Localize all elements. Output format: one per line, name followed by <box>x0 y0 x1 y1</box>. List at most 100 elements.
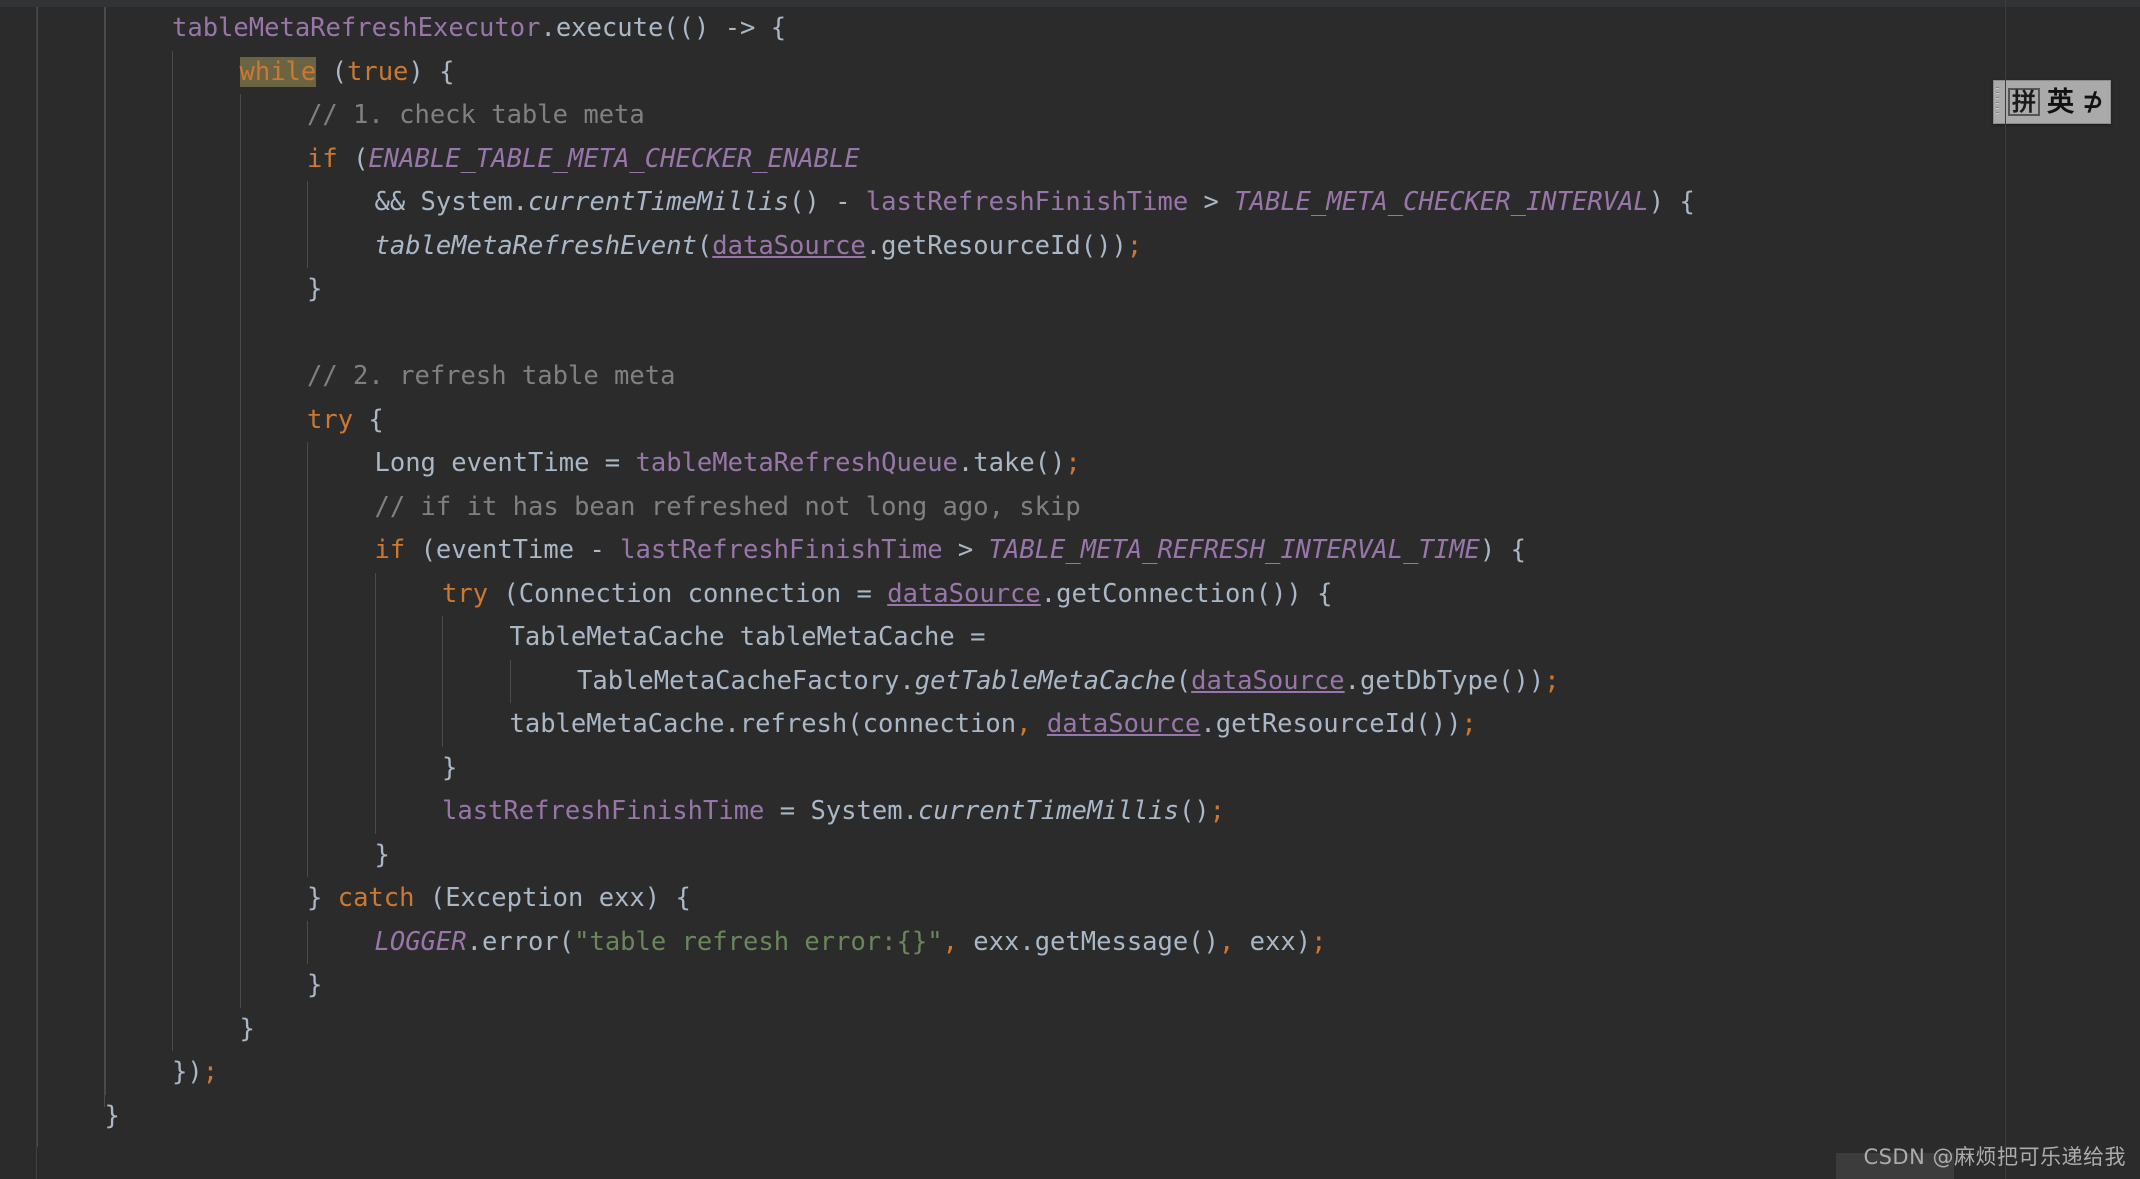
code-line[interactable] <box>0 312 2140 356</box>
code-token: TABLE_META_CHECKER_INTERVAL <box>1234 187 1649 217</box>
ime-mode-key[interactable]: 拼 <box>2008 88 2040 116</box>
code-line[interactable]: && System.currentTimeMillis() - lastRefr… <box>0 181 2140 225</box>
code-token: getDbType <box>1360 665 1499 696</box>
code-token: true <box>346 56 409 87</box>
code-token: getResourceId <box>1215 709 1416 739</box>
code-token: (Connection connection = <box>488 578 888 609</box>
code-token: ) { <box>408 56 455 87</box>
code-token: ) { <box>1648 187 1695 217</box>
code-token: > <box>1188 187 1235 217</box>
code-token: ; <box>1126 230 1143 261</box>
code-token: . <box>466 926 482 957</box>
code-line[interactable]: tableMetaRefreshEvent(dataSource.getReso… <box>0 225 2140 269</box>
code-token: TABLE_META_REFRESH_INTERVAL_TIME <box>988 535 1480 565</box>
code-token: try <box>307 404 354 435</box>
code-line[interactable]: } catch (Exception exx) { <box>0 877 2140 921</box>
code-line[interactable]: // if it has bean refreshed not long ago… <box>0 486 2140 530</box>
code-token: ( <box>1175 665 1192 696</box>
code-token: dataSource <box>1046 709 1201 739</box>
code-token: ; <box>1065 448 1081 478</box>
code-token: try <box>442 578 489 609</box>
code-line[interactable]: tableMetaRefreshExecutor.execute(() -> { <box>0 7 2140 51</box>
code-token: ()) <box>1415 709 1462 739</box>
code-line[interactable]: LOGGER.error("table refresh error:{}", e… <box>0 921 2140 965</box>
code-token: TableMetaCache tableMetaCache = <box>509 622 986 652</box>
code-token: ; <box>1544 665 1560 696</box>
code-token: TableMetaCacheFactory. <box>577 665 915 696</box>
code-token: tableMetaRefreshExecutor <box>172 13 541 43</box>
ime-extra-glyph[interactable]: ⊅ <box>2082 89 2104 115</box>
code-token: if <box>374 535 406 565</box>
code-token: refresh <box>739 709 848 739</box>
code-editor[interactable]: tableMetaRefreshExecutor.execute(() -> {… <box>0 0 2140 1179</box>
code-token: } <box>307 970 323 1000</box>
code-token: (eventTime - <box>405 535 621 565</box>
code-line[interactable]: tableMetaCache.refresh(connection, dataS… <box>0 703 2140 747</box>
code-line[interactable]: // 1. check table meta <box>0 94 2140 138</box>
code-token: ()) <box>1080 230 1127 261</box>
code-token: ( <box>696 230 713 261</box>
code-line[interactable]: TableMetaCache tableMetaCache = <box>0 616 2140 660</box>
editor-top-strip <box>0 0 2140 7</box>
code-token: , <box>942 926 958 957</box>
code-token: dataSource <box>887 578 1041 609</box>
code-line[interactable]: if (eventTime - lastRefreshFinishTime > … <box>0 529 2140 573</box>
code-line[interactable]: lastRefreshFinishTime = System.currentTi… <box>0 790 2140 834</box>
code-line[interactable]: try { <box>0 399 2140 443</box>
code-token: dataSource <box>712 230 866 261</box>
code-token: // if it has bean refreshed not long ago… <box>374 491 1081 522</box>
code-token: (connection <box>847 709 1017 739</box>
code-token: // 2. refresh table meta <box>307 361 676 391</box>
code-token: . <box>1344 665 1361 696</box>
code-token: () <box>1178 796 1210 826</box>
code-token: ()) <box>1498 665 1545 696</box>
code-token: while <box>239 56 317 87</box>
ime-floating-bar[interactable]: 拼 英 ⊅ <box>1993 80 2111 124</box>
code-token: . <box>957 448 974 478</box>
code-token: take <box>973 448 1035 478</box>
code-line[interactable]: } <box>0 1095 2140 1139</box>
code-line[interactable]: }); <box>0 1051 2140 1095</box>
code-token: { <box>353 404 384 435</box>
code-line[interactable]: if (ENABLE_TABLE_META_CHECKER_ENABLE <box>0 138 2140 182</box>
code-token: ; <box>1209 796 1226 826</box>
code-token: = System. <box>764 796 918 826</box>
code-token: ()) { <box>1255 578 1333 609</box>
code-token: ( <box>316 56 347 87</box>
code-line[interactable]: } <box>0 747 2140 791</box>
code-token: . <box>1040 578 1057 609</box>
code-token: getTableMetaCache <box>914 665 1176 696</box>
code-token: if <box>307 143 338 174</box>
watermark-text: CSDN @麻烦把可乐递给我 <box>1863 1145 2126 1169</box>
code-token: } <box>307 274 323 304</box>
drag-handle-icon[interactable] <box>1996 87 2003 117</box>
code-token: getResourceId <box>881 230 1081 261</box>
code-line[interactable]: // 2. refresh table meta <box>0 355 2140 399</box>
code-token: ) { <box>1479 535 1526 565</box>
code-token: lastRefreshFinishTime <box>865 187 1189 217</box>
code-token: error <box>481 926 559 957</box>
code-token: execute <box>555 13 664 43</box>
code-token: . <box>540 13 556 43</box>
code-line[interactable]: Long eventTime = tableMetaRefreshQueue.t… <box>0 442 2140 486</box>
code-line[interactable]: } <box>0 268 2140 312</box>
code-line[interactable]: while (true) { <box>0 51 2140 95</box>
code-token: "table refresh error:{}" <box>574 926 943 957</box>
code-line[interactable]: } <box>0 834 2140 878</box>
code-token: }) <box>172 1057 203 1087</box>
code-line[interactable]: } <box>0 964 2140 1008</box>
code-token: , <box>1016 709 1032 739</box>
code-token: dataSource <box>1191 665 1345 696</box>
code-line[interactable]: TableMetaCacheFactory.getTableMetaCache(… <box>0 660 2140 704</box>
code-token: . <box>865 230 882 261</box>
code-line[interactable]: try (Connection connection = dataSource.… <box>0 573 2140 617</box>
code-token: && System. <box>374 187 529 217</box>
code-content[interactable]: tableMetaRefreshExecutor.execute(() -> {… <box>0 7 2140 1179</box>
code-token: exx) <box>1234 926 1312 957</box>
code-token: } <box>374 839 390 870</box>
code-token: getConnection <box>1056 578 1256 609</box>
ime-language-glyph[interactable]: 英 <box>2047 89 2074 116</box>
code-token: getMessage <box>1034 926 1189 957</box>
code-line[interactable]: } <box>0 1008 2140 1052</box>
